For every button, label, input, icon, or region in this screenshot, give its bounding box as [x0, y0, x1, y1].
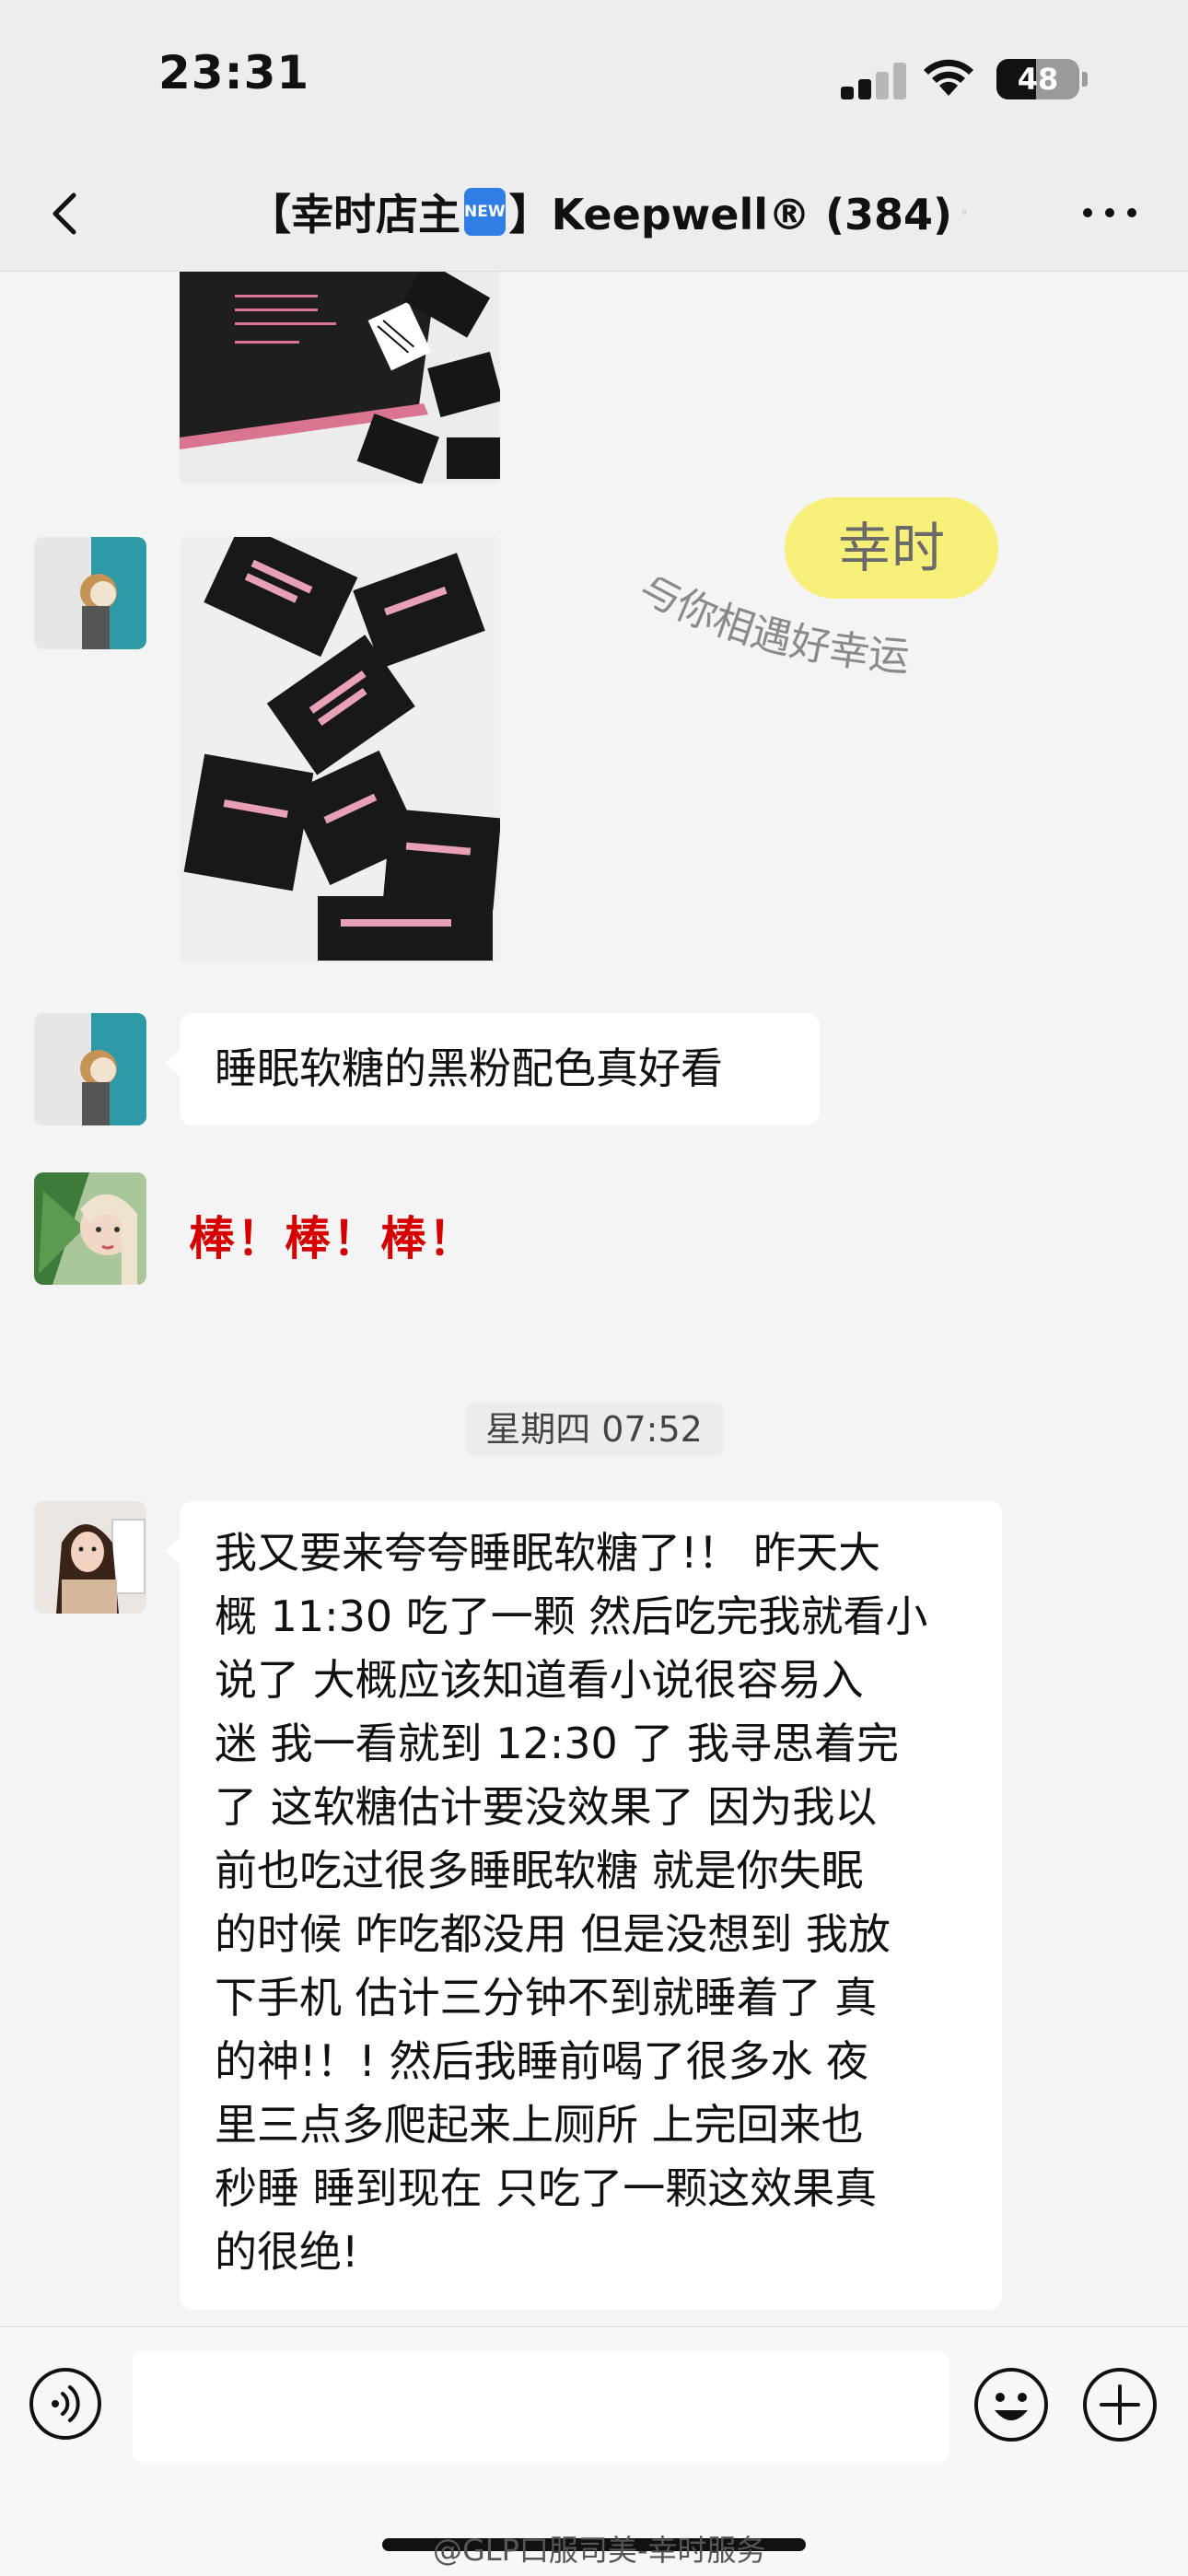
svg-text:与你相遇好幸运: 与你相遇好幸运: [632, 577, 911, 682]
avatar[interactable]: [34, 1172, 146, 1285]
more-button[interactable]: [1073, 182, 1147, 243]
image-message[interactable]: [180, 272, 500, 484]
message-line: 里三点多爬起来上厕所 上完回来也: [215, 2100, 864, 2150]
battery-icon: 48: [996, 59, 1079, 99]
battery-level: 48: [1017, 62, 1059, 97]
message-line: 的很绝!: [215, 2227, 359, 2277]
wifi-icon: [924, 59, 973, 96]
photo-icon: [180, 537, 500, 962]
plus-icon: [1083, 2368, 1157, 2442]
new-badge-icon: NEW: [464, 188, 506, 236]
message-bubble[interactable]: 睡眠软糖的黑粉配色真好看: [165, 1013, 820, 1125]
voice-button[interactable]: [28, 2366, 103, 2442]
chat-title[interactable]: 【幸时店主 NEW 】Keepwell® (384): [249, 184, 967, 239]
status-time: 23:31: [158, 46, 310, 99]
emoji-button[interactable]: [973, 2366, 1050, 2443]
message-text: 我又要来夸夸睡眠软糖了!！ 昨天大 概 11:30 吃了一颗 然后吃完我就看小 …: [215, 1521, 927, 2284]
message-line: 概 11:30 吃了一颗 然后吃完我就看小: [215, 1591, 928, 1641]
message-line: 下手机 估计三分钟不到就睡着了 真: [215, 1973, 878, 2022]
avatar-icon: [34, 1501, 146, 1614]
avatar-icon: [34, 537, 146, 649]
message-line: 我又要来夸夸睡眠软糖了!！ 昨天大: [215, 1528, 881, 1578]
message-timestamp: 星期四 07:52: [465, 1403, 723, 1456]
chat-history[interactable]: 幸时 与你相遇好幸运 睡眠软糖的黑粉配色真好看 棒！棒！棒！ 星期四 07:52…: [0, 272, 1188, 2325]
smiley-icon: [974, 2368, 1048, 2442]
message-text: 睡眠软糖的黑粉配色真好看: [215, 1043, 723, 1093]
message-line: 说了 大概应该知道看小说很容易入: [215, 1655, 864, 1705]
avatar-icon: [34, 1013, 146, 1125]
message-text[interactable]: 棒！棒！棒！: [189, 1202, 476, 1268]
message-line: 的时候 咋吃都没用 但是没想到 我放: [215, 1909, 891, 1959]
avatar-icon: [34, 1172, 146, 1285]
watermark-slogan: 与你相遇好幸运: [632, 577, 911, 682]
title-prefix: 【幸时店主: [249, 190, 460, 239]
weibo-watermark: @GLP口服司美-幸时服务: [433, 2533, 766, 2568]
message-input[interactable]: [133, 2351, 949, 2462]
message-line: 前也吃过很多睡眠软糖 就是你失眠: [215, 1846, 864, 1895]
photo-icon: [180, 272, 500, 484]
avatar[interactable]: [34, 1501, 146, 1614]
message-line: 了 这软糖估计要没效果了 因为我以: [215, 1782, 878, 1832]
avatar[interactable]: [34, 1013, 146, 1125]
more-dots-icon: [1083, 208, 1136, 217]
chevron-left-icon: [52, 192, 76, 235]
bell-slash-icon: [961, 209, 967, 216]
title-suffix: 】Keepwell® (384): [508, 190, 953, 239]
message-line: 秒睡 睡到现在 只吃了一颗这效果真: [215, 2163, 878, 2213]
battery-cap: [1082, 72, 1088, 87]
avatar[interactable]: [34, 537, 146, 649]
message-line: 迷 我一看就到 12:30 了 我寻思着完: [215, 1719, 900, 1768]
image-message[interactable]: [180, 537, 500, 962]
plus-button[interactable]: [1081, 2366, 1159, 2443]
message-line: 的神!！! 然后我睡前喝了很多水 夜: [215, 2036, 869, 2086]
chat-header: 【幸时店主 NEW 】Keepwell® (384): [0, 157, 1188, 272]
voice-icon: [29, 2368, 101, 2440]
status-bar: 23:31 48: [0, 0, 1188, 157]
back-button[interactable]: [35, 181, 101, 247]
cellular-signal-icon: [841, 63, 906, 99]
message-bubble[interactable]: 我又要来夸夸睡眠软糖了!！ 昨天大 概 11:30 吃了一颗 然后吃完我就看小 …: [165, 1501, 1002, 2310]
